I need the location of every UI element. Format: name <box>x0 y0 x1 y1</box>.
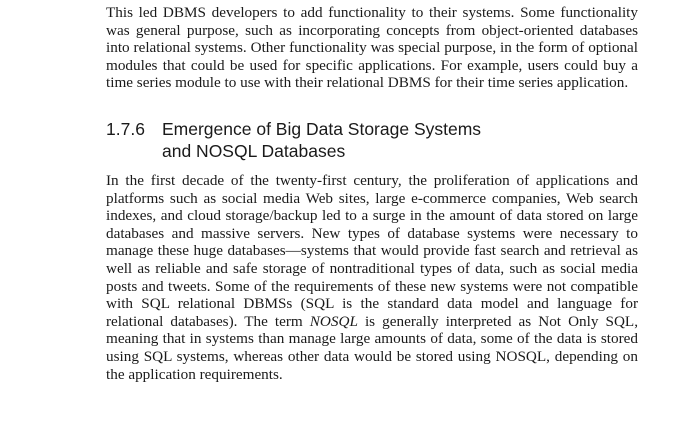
nosql-term: NOSQL <box>309 312 358 330</box>
body-text-before-term: In the first decade of the twenty-first … <box>106 171 638 330</box>
body-paragraph: In the first decade of the twenty-first … <box>106 172 638 383</box>
section-number: 1.7.6 <box>106 118 145 139</box>
section-title-line-1: Emergence of Big Data Storage Systems <box>162 118 482 139</box>
section-title: Emergence of Big Data Storage Systems an… <box>162 118 638 162</box>
intro-paragraph: This led DBMS developers to add function… <box>106 4 638 92</box>
section-title-line-2: and NOSQL Databases <box>162 140 346 161</box>
document-page: This led DBMS developers to add function… <box>106 4 638 383</box>
section-heading: 1.7.6 Emergence of Big Data Storage Syst… <box>106 118 638 162</box>
